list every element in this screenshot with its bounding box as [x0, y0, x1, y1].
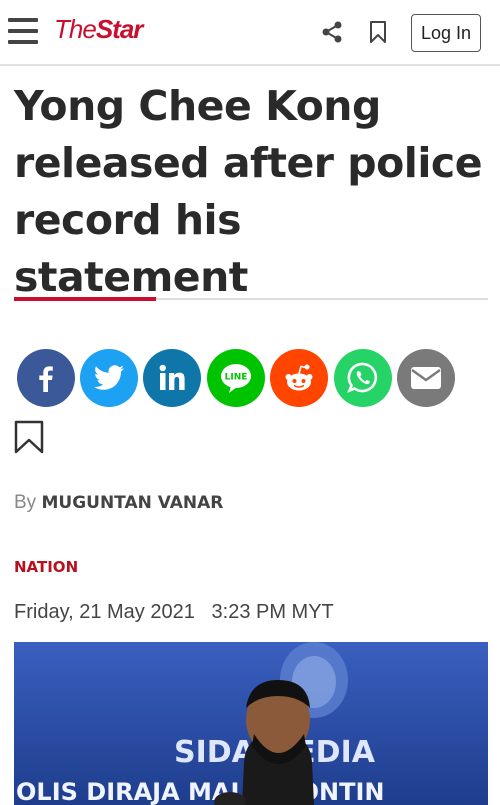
logo-the-text: The: [54, 14, 97, 44]
line-icon: LINE: [221, 364, 251, 393]
article-photo: SIDA MEDIA OLIS DIRAJA MAL A KONTIN: [14, 642, 488, 805]
article-headline: Yong Chee Kong released after police rec…: [14, 82, 483, 301]
bookmark-icon[interactable]: [368, 20, 388, 44]
line-share-button[interactable]: LINE: [207, 349, 265, 407]
reddit-share-button[interactable]: [270, 349, 328, 407]
facebook-share-button[interactable]: [17, 349, 75, 407]
svg-text:LINE: LINE: [225, 373, 248, 383]
article-bookmark-icon[interactable]: [14, 420, 44, 454]
site-header: TheStar Log In: [0, 0, 500, 66]
reddit-icon: [285, 364, 313, 391]
whatsapp-share-button[interactable]: [334, 349, 392, 407]
article-category[interactable]: NATION: [14, 558, 78, 576]
site-logo[interactable]: TheStar: [54, 14, 144, 45]
article-byline: By MUGUNTAN VANAR: [14, 492, 223, 514]
article-dateline: Friday, 21 May 2021 3:23 PM MYT: [14, 601, 334, 624]
facebook-icon: [39, 366, 53, 392]
whatsapp-icon: [347, 362, 378, 393]
author-link[interactable]: MUGUNTAN VANAR: [41, 493, 223, 513]
login-button[interactable]: Log In: [411, 14, 481, 52]
article-time: 3:23 PM MYT: [211, 601, 334, 623]
twitter-icon: [94, 365, 124, 390]
email-icon: [411, 367, 441, 389]
headline-accent-bar: [14, 297, 156, 301]
email-share-button[interactable]: [397, 349, 455, 407]
share-icon[interactable]: [320, 20, 344, 44]
linkedin-icon: [159, 364, 185, 390]
linkedin-share-button[interactable]: [143, 349, 201, 407]
logo-star-text: Star: [95, 14, 144, 44]
banner-text-line2: OLIS DIRAJA MAL A KONTIN: [16, 778, 384, 805]
twitter-share-button[interactable]: [80, 349, 138, 407]
menu-icon[interactable]: [8, 18, 38, 44]
byline-prefix: By: [14, 492, 37, 513]
article-date: Friday, 21 May 2021: [14, 601, 195, 623]
